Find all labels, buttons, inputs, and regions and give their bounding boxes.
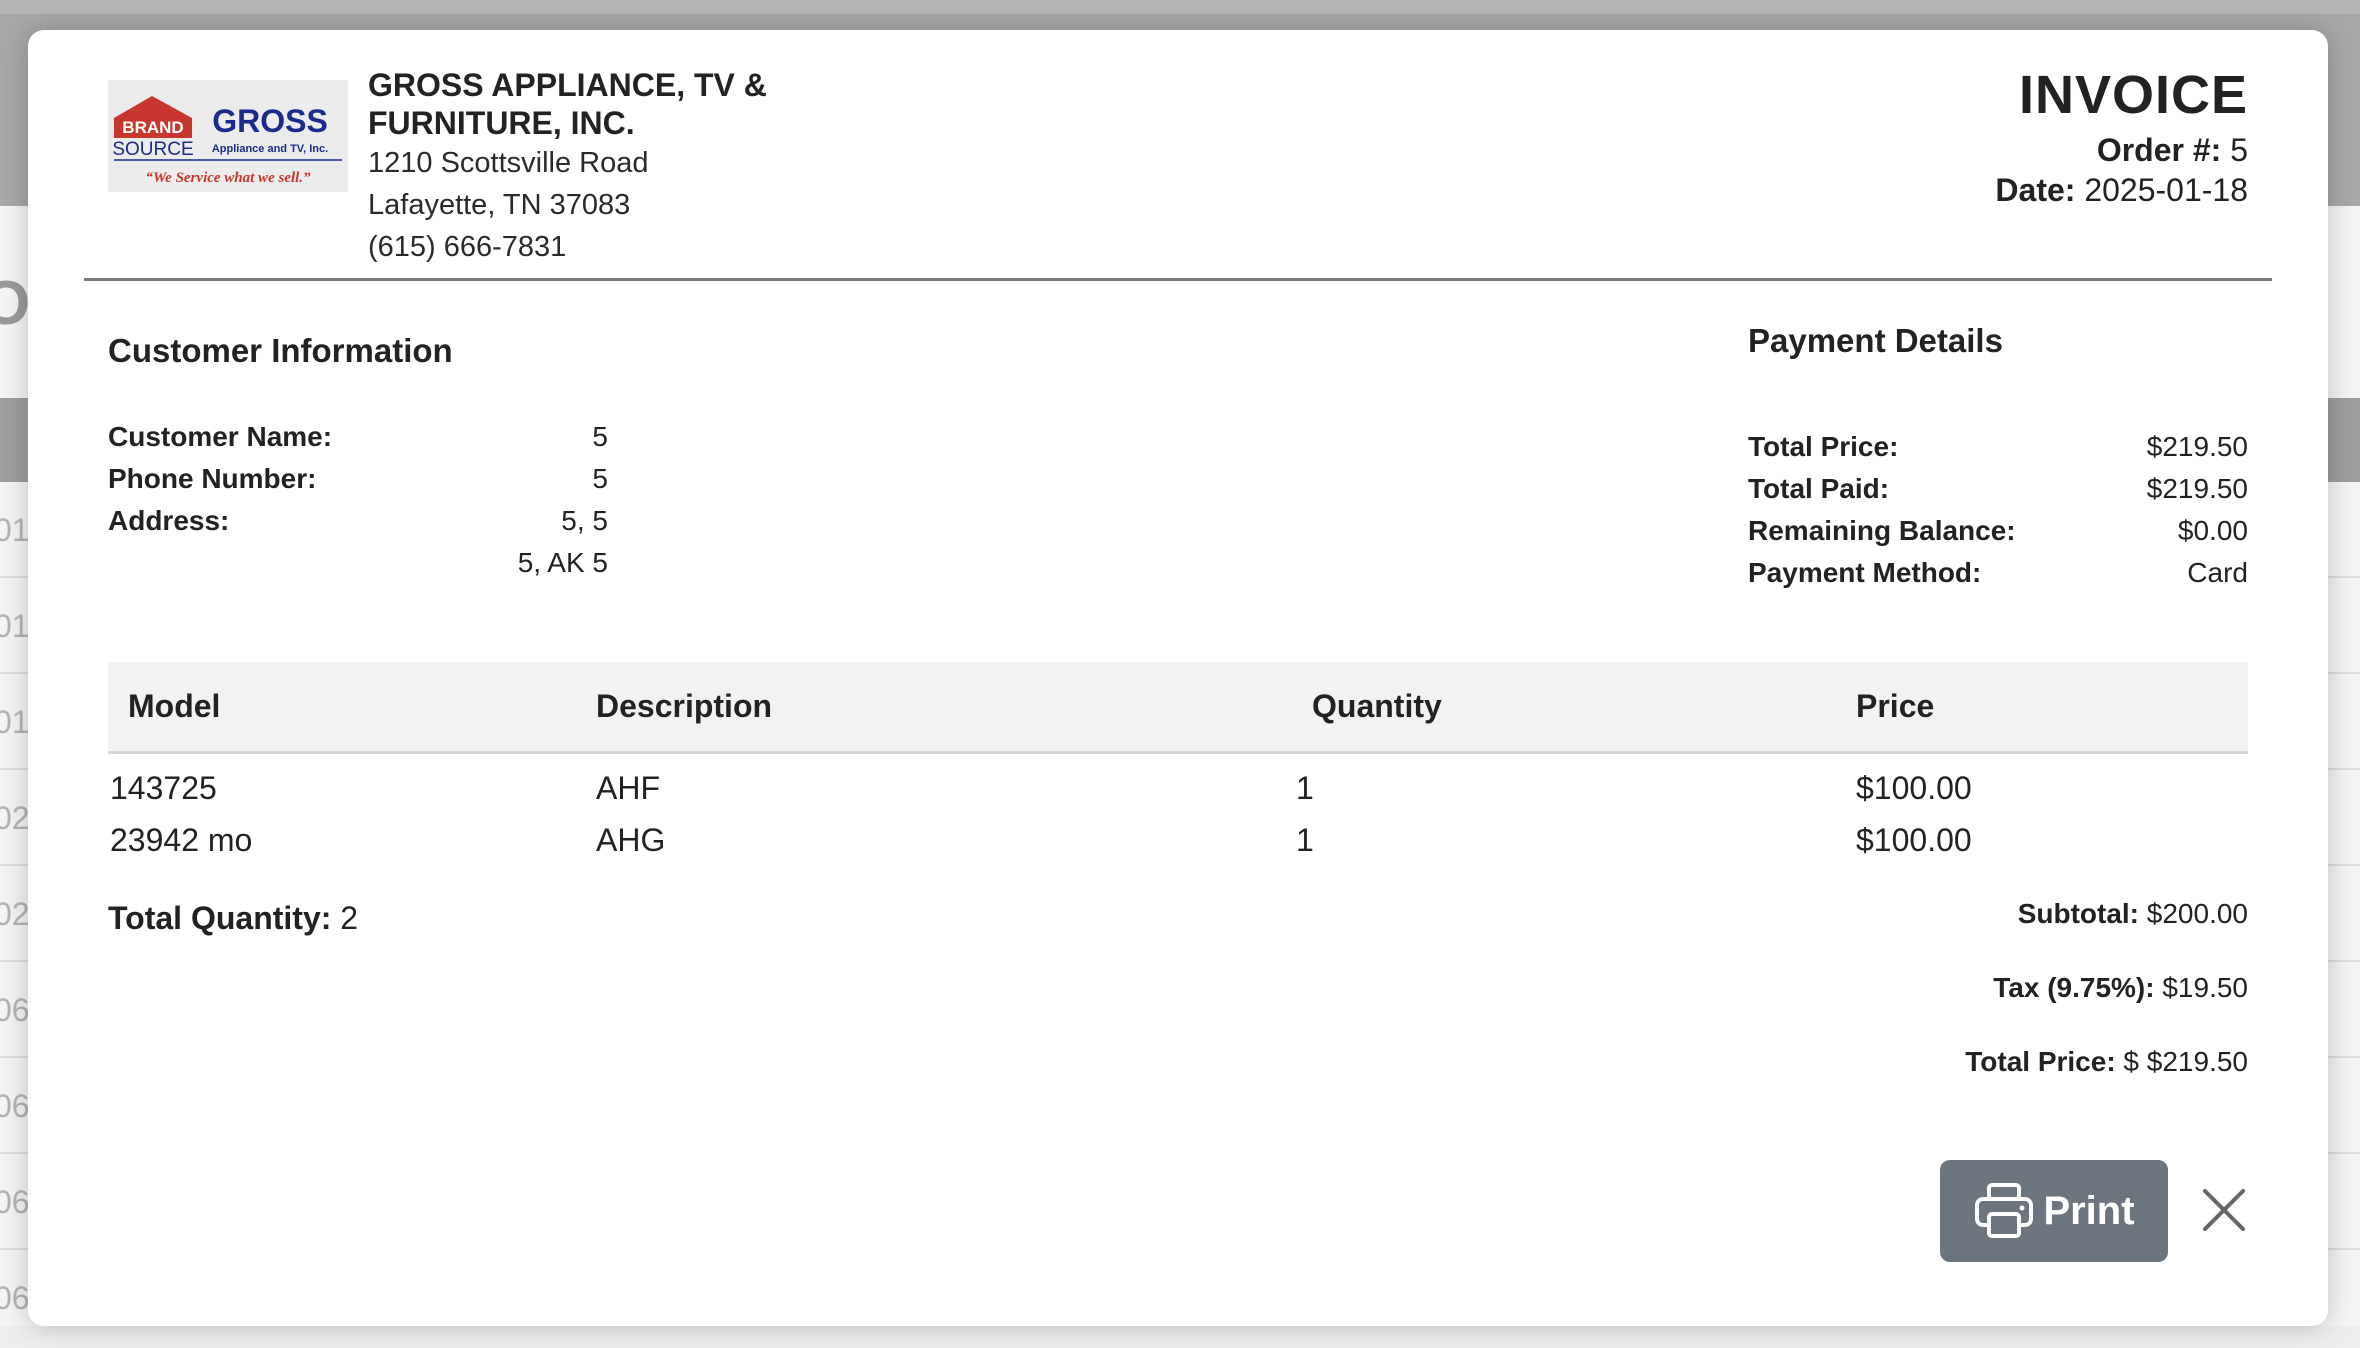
customer-phone-label: Phone Number: — [108, 463, 317, 494]
logo-tagline-text: “We Service what we sell.” — [145, 170, 311, 186]
payment-details-table: Total Price: $219.50 Total Paid: $219.50… — [1748, 426, 2248, 594]
print-button[interactable]: Print — [1940, 1160, 2168, 1262]
customer-name-row: Customer Name: 5 — [108, 416, 608, 458]
payment-total-price-value: $219.50 — [2146, 431, 2248, 462]
payment-remaining-value: $0.00 — [2177, 515, 2248, 546]
tax-value: $19.50 — [2162, 972, 2248, 1003]
total-price-row: Total Price: $ $219.50 — [1965, 1046, 2248, 1120]
company-street: 1210 Scottsville Road — [368, 147, 649, 179]
company-phone: (615) 666-7831 — [368, 231, 567, 263]
column-header-description: Description — [596, 688, 773, 724]
payment-total-paid-label: Total Paid: — [1748, 473, 1890, 504]
logo-brand-text: BRAND — [122, 118, 183, 137]
payment-details-title: Payment Details — [1748, 322, 2003, 359]
background-row-date: 06 — [0, 1088, 30, 1124]
background-row-date: 02 — [0, 800, 30, 836]
customer-address-row-2: 5, AK 5 — [108, 542, 608, 584]
payment-total-paid-value: $219.50 — [2146, 473, 2248, 504]
logo-subtitle-text: Appliance and TV, Inc. — [212, 143, 328, 155]
cell-price: $100.00 — [1856, 769, 1972, 806]
background-row-date: 06 — [0, 992, 30, 1028]
column-header-quantity: Quantity — [1312, 688, 1442, 724]
payment-remaining-label: Remaining Balance: — [1748, 515, 2016, 546]
items-table-header: Model Description Quantity Price — [108, 662, 2248, 754]
invoice-totals: Subtotal: $200.00 Tax (9.75%): $19.50 To… — [1965, 898, 2248, 1120]
subtotal-label: Subtotal: — [2017, 898, 2139, 929]
cell-description: AHG — [596, 821, 666, 858]
company-logo: BRAND SOURCE GROSS Appliance and TV, Inc… — [108, 80, 348, 192]
background-topbar — [0, 0, 2360, 14]
invoice-modal: BRAND SOURCE GROSS Appliance and TV, Inc… — [28, 30, 2328, 1326]
cell-quantity: 1 — [1296, 821, 1314, 858]
subtotal-value: $200.00 — [2146, 898, 2248, 929]
tax-label: Tax (9.75%): — [1993, 972, 2155, 1003]
customer-name-label: Customer Name: — [108, 421, 333, 452]
table-row: 143725 AHF 1 $100.00 — [108, 762, 2248, 814]
order-date: Date: 2025-01-18 — [1995, 170, 2248, 210]
payment-method-row: Payment Method: Card — [1748, 552, 2248, 594]
items-table: Model Description Quantity Price 143725 … — [108, 662, 2248, 866]
printer-icon — [1975, 1183, 2034, 1238]
order-date-value: 2025-01-18 — [2084, 172, 2248, 208]
background-row-date: 06 — [0, 1184, 30, 1220]
payment-method-label: Payment Method: — [1748, 557, 1982, 588]
close-button[interactable] — [2196, 1182, 2252, 1238]
company-name-line2: FURNITURE, INC. — [368, 105, 635, 141]
background-heading-fragment: O — [0, 269, 31, 338]
payment-total-price-label: Total Price: — [1748, 431, 1899, 462]
tax-row: Tax (9.75%): $19.50 — [1965, 972, 2248, 1046]
customer-address-label: Address: — [108, 505, 230, 536]
order-number-label: Order #: — [2096, 132, 2222, 168]
customer-phone-value: 5 — [592, 463, 608, 494]
total-price-value: $ $219.50 — [2123, 1046, 2248, 1077]
company-city: Lafayette, TN 37083 — [368, 189, 631, 221]
customer-info-table: Customer Name: 5 Phone Number: 5 Address… — [108, 416, 608, 584]
customer-address-line1: 5, 5 — [561, 505, 608, 536]
column-header-price: Price — [1856, 688, 1935, 724]
total-quantity-label: Total Quantity: — [108, 900, 332, 936]
column-header-model: Model — [128, 688, 221, 724]
items-table-body: 143725 AHF 1 $100.00 23942 mo AHG 1 $100… — [108, 754, 2248, 866]
cell-price: $100.00 — [1856, 821, 1972, 858]
payment-method-value: Card — [2187, 557, 2248, 588]
company-name-line1: GROSS APPLIANCE, TV & — [368, 67, 767, 103]
order-number-value: 5 — [2230, 132, 2248, 168]
company-details: GROSS APPLIANCE, TV & FURNITURE, INC. 12… — [368, 66, 828, 268]
logo-source-text: SOURCE — [112, 139, 193, 160]
customer-info-title: Customer Information — [108, 332, 453, 369]
invoice-title: INVOICE — [2018, 65, 2248, 125]
total-quantity: Total Quantity: 2 — [108, 900, 358, 937]
cell-quantity: 1 — [1296, 769, 1314, 806]
close-icon — [2203, 1189, 2245, 1231]
subtotal-row: Subtotal: $200.00 — [1965, 898, 2248, 972]
customer-phone-row: Phone Number: 5 — [108, 458, 608, 500]
customer-address-row: Address: 5, 5 — [108, 500, 608, 542]
cell-model: 143725 — [110, 769, 217, 806]
payment-remaining-row: Remaining Balance: $0.00 — [1748, 510, 2248, 552]
table-row: 23942 mo AHG 1 $100.00 — [108, 814, 2248, 866]
header-divider — [84, 278, 2272, 281]
customer-name-value: 5 — [592, 421, 608, 452]
payment-total-price-row: Total Price: $219.50 — [1748, 426, 2248, 468]
cell-model: 23942 mo — [110, 821, 253, 858]
order-number: Order #: 5 — [1995, 130, 2248, 170]
background-footer — [0, 1326, 2360, 1348]
total-price-label: Total Price: — [1965, 1046, 2116, 1077]
customer-address-line2: 5, AK 5 — [517, 547, 608, 578]
print-button-label: Print — [2043, 1188, 2135, 1233]
cell-description: AHF — [596, 769, 660, 806]
total-quantity-value: 2 — [340, 900, 359, 936]
logo-gross-text: GROSS — [212, 103, 328, 139]
background-row-date: 02 — [0, 896, 30, 932]
order-date-label: Date: — [1995, 172, 2076, 208]
brandsource-logo-icon: BRAND SOURCE GROSS Appliance and TV, Inc… — [108, 80, 348, 192]
order-meta: Order #: 5 Date: 2025-01-18 — [1995, 130, 2248, 210]
payment-total-paid-row: Total Paid: $219.50 — [1748, 468, 2248, 510]
background-row-date: 06 — [0, 1280, 30, 1316]
